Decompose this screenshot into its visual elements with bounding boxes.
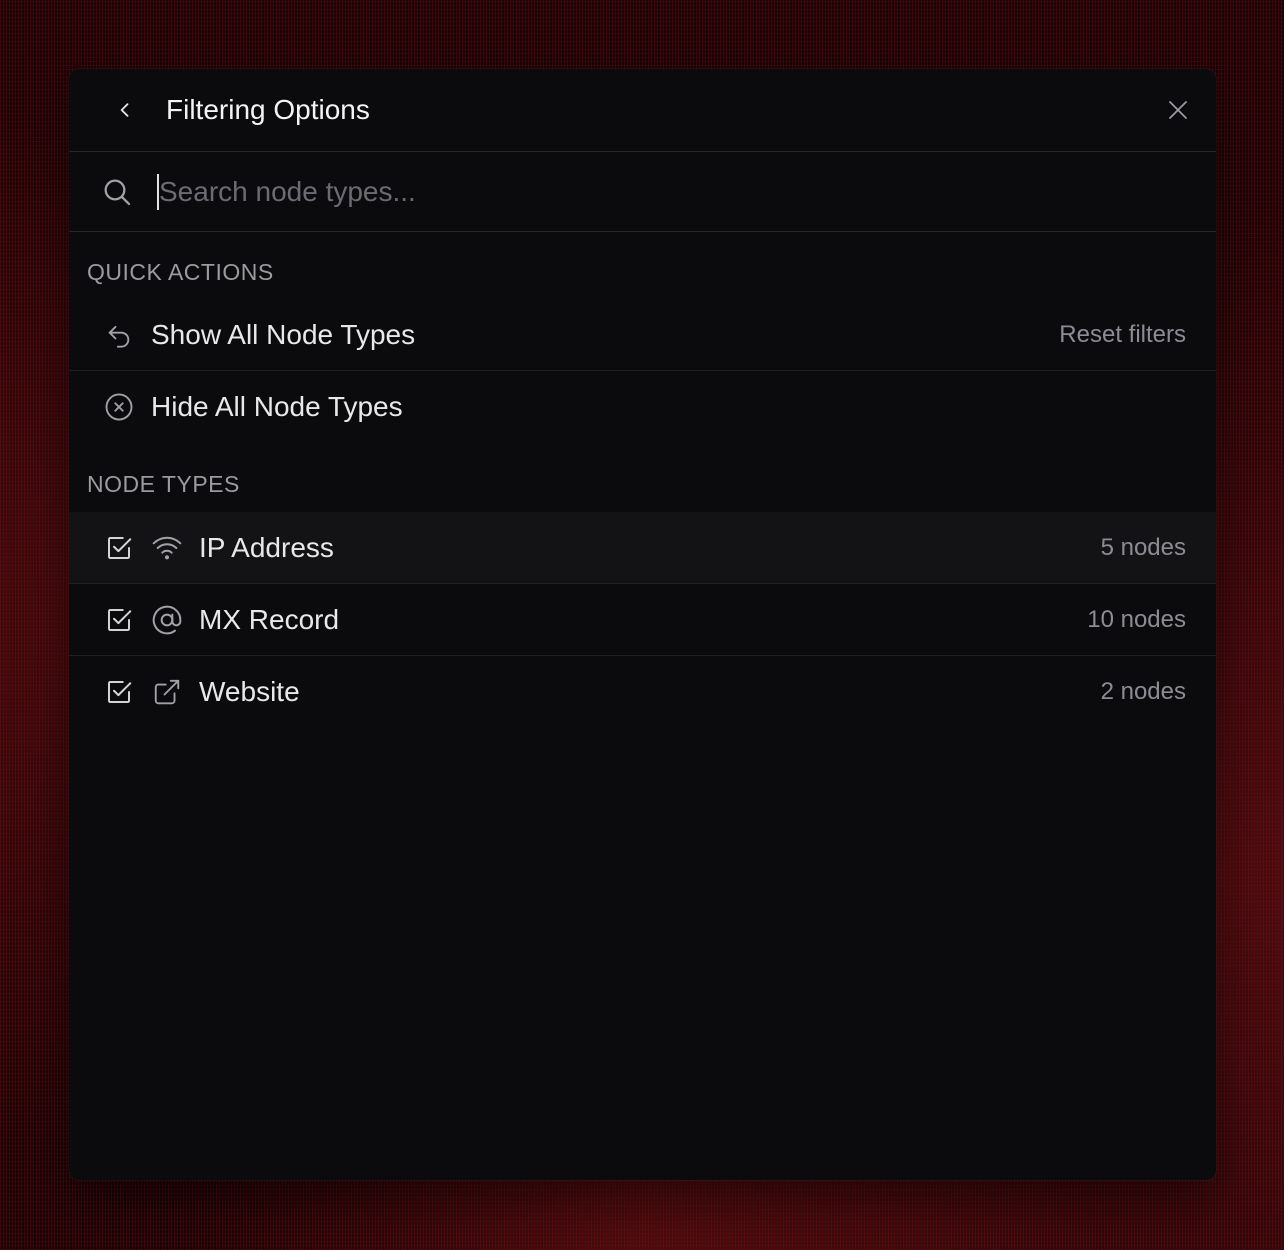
node-type-label: IP Address xyxy=(199,531,334,563)
close-button[interactable] xyxy=(1162,94,1194,126)
chevron-left-icon xyxy=(115,100,135,120)
search-icon xyxy=(101,176,133,208)
at-sign-icon xyxy=(151,604,183,636)
node-type-label: MX Record xyxy=(199,603,340,635)
checkbox-checked-icon[interactable] xyxy=(103,676,135,708)
filtering-options-dialog: Filtering Options QUICK ACTIONS Show All… xyxy=(69,69,1216,1180)
dialog-title: Filtering Options xyxy=(166,94,370,125)
node-count: 5 nodes xyxy=(1100,533,1186,561)
show-all-node-types-action[interactable]: Show All Node Types Reset filters xyxy=(69,299,1216,371)
circle-x-icon xyxy=(103,391,135,423)
node-type-label: Website xyxy=(199,676,300,707)
node-type-row-website[interactable]: Website 2 nodes xyxy=(69,656,1216,728)
node-type-row-ip-address[interactable]: IP Address 5 nodes xyxy=(69,512,1216,584)
undo-icon xyxy=(103,319,135,351)
node-types-heading: NODE TYPES xyxy=(87,471,240,497)
reset-filters-hint: Reset filters xyxy=(1059,320,1186,348)
hide-all-node-types-action[interactable]: Hide All Node Types xyxy=(69,371,1216,443)
node-type-row-mx-record[interactable]: MX Record 10 nodes xyxy=(69,584,1216,656)
dialog-header: Filtering Options xyxy=(69,69,1216,152)
show-all-label: Show All Node Types xyxy=(151,318,416,350)
search-input[interactable] xyxy=(157,171,1179,213)
hide-all-label: Hide All Node Types xyxy=(151,391,403,422)
checkbox-checked-icon[interactable] xyxy=(103,532,135,564)
quick-actions-heading: QUICK ACTIONS xyxy=(87,259,274,285)
search-bar xyxy=(69,152,1216,232)
back-button[interactable] xyxy=(109,94,141,126)
close-icon xyxy=(1166,98,1190,122)
wifi-icon xyxy=(151,532,183,564)
text-cursor xyxy=(157,174,159,210)
checkbox-checked-icon[interactable] xyxy=(103,604,135,636)
node-count: 10 nodes xyxy=(1087,605,1186,633)
node-count: 2 nodes xyxy=(1100,678,1186,705)
external-link-icon xyxy=(151,676,183,708)
